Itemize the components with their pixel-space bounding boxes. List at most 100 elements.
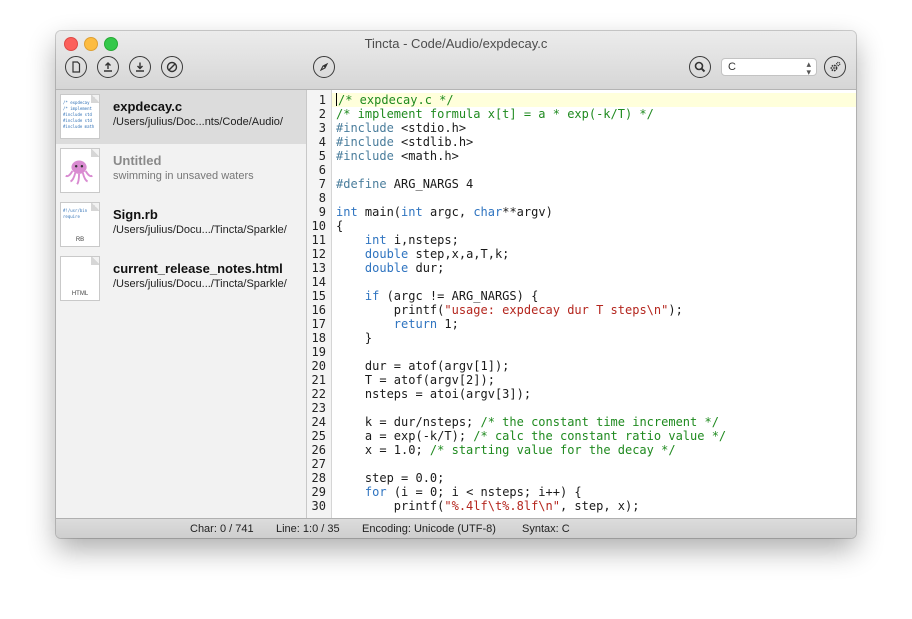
document-name: Sign.rb: [113, 207, 158, 222]
line-number: 29: [311, 485, 326, 499]
document-list-item[interactable]: /* expdecay /* implement #include std #i…: [56, 90, 306, 144]
code-line[interactable]: }: [332, 331, 856, 345]
code-line[interactable]: int i,nsteps;: [332, 233, 856, 247]
line-number: 20: [311, 359, 326, 373]
line-number: 17: [311, 317, 326, 331]
line-number: 22: [311, 387, 326, 401]
code-line[interactable]: step = 0.0;: [332, 471, 856, 485]
c-file-thumbnail-icon: /* expdecay /* implement #include std #i…: [60, 94, 100, 139]
code-editor[interactable]: 1 2 3 4 5 6 7 8 9 10 11 12 13 14 15 16 17 18 19 20 21 22 23 24 2…: [307, 90, 856, 518]
code-token: /* expdecay.c */: [338, 93, 454, 107]
document-list-item[interactable]: HTML current_release_notes.html /Users/j…: [56, 252, 306, 306]
line-number: 6: [318, 163, 326, 177]
line-number: 7: [318, 177, 326, 191]
code-token: <math.h>: [393, 149, 459, 163]
code-line[interactable]: [332, 191, 856, 205]
code-token: a = exp(-k/T);: [336, 429, 474, 443]
code-line[interactable]: for (i = 0; i < nsteps; i++) {: [332, 485, 856, 499]
search-button[interactable]: [689, 56, 711, 78]
title-bar: Tincta - Code/Audio/expdecay.c C ▴ ▾: [56, 31, 856, 90]
code-line[interactable]: nsteps = atoi(argv[3]);: [332, 387, 856, 401]
stop-button[interactable]: [161, 56, 183, 78]
code-token: dur;: [408, 261, 445, 275]
code-line[interactable]: k = dur/nsteps; /* the constant time inc…: [332, 415, 856, 429]
code-line[interactable]: printf("usage: expdecay dur T steps\n");: [332, 303, 856, 317]
document-list-item[interactable]: Untitled swimming in unsaved waters: [56, 144, 306, 198]
code-token: <stdlib.h>: [393, 135, 474, 149]
code-line[interactable]: double dur;: [332, 261, 856, 275]
file-extension-label: HTML: [71, 291, 89, 297]
code-line[interactable]: #include <stdio.h>: [332, 121, 856, 135]
document-list-item[interactable]: #!/usr/bin require RB Sign.rb /Users/juli…: [56, 198, 306, 252]
line-number: 3: [318, 121, 326, 135]
code-line[interactable]: if (argc != ARG_NARGS) {: [332, 289, 856, 303]
code-token: return: [393, 317, 438, 331]
line-status: Line: 1:0 / 35: [276, 523, 340, 535]
code-token: T = atof(argv[2]);: [336, 373, 495, 387]
line-number: 8: [318, 191, 326, 205]
code-token: dur = atof(argv[1]);: [336, 359, 510, 373]
upload-icon: [104, 62, 112, 72]
settings-button[interactable]: [824, 56, 846, 78]
upload-button[interactable]: [97, 56, 119, 78]
line-number: 11: [311, 233, 326, 247]
syntax-status[interactable]: Syntax: C: [522, 523, 570, 535]
line-number-gutter: 1 2 3 4 5 6 7 8 9 10 11 12 13 14 15 16 17 18 19 20 21 22 23 24 2…: [307, 90, 332, 518]
line-number: 26: [311, 443, 326, 457]
code-token: "usage: expdecay dur T steps\n": [444, 303, 669, 317]
char-count-status: Char: 0 / 741: [190, 523, 254, 535]
code-line[interactable]: T = atof(argv[2]);: [332, 373, 856, 387]
code-line[interactable]: [332, 401, 856, 415]
app-window: Tincta - Code/Audio/expdecay.c C ▴ ▾ /* e: [56, 31, 856, 538]
code-line[interactable]: /* expdecay.c */: [332, 93, 856, 107]
document-name: current_release_notes.html: [113, 261, 283, 276]
encoding-status[interactable]: Encoding: Unicode (UTF-8): [362, 523, 496, 535]
code-line[interactable]: [332, 275, 856, 289]
code-token: (argc != ARG_NARGS) {: [379, 289, 539, 303]
file-extension-label: RB: [75, 237, 85, 243]
code-area[interactable]: /* expdecay.c *//* implement formula x[t…: [332, 93, 856, 513]
code-token: int: [364, 233, 387, 247]
code-token: , step, x);: [559, 499, 640, 513]
code-line[interactable]: double step,x,a,T,k;: [332, 247, 856, 261]
code-line[interactable]: [332, 345, 856, 359]
code-token: #include: [336, 149, 394, 163]
code-line[interactable]: #include <math.h>: [332, 149, 856, 163]
compass-button[interactable]: [313, 56, 335, 78]
code-line[interactable]: x = 1.0; /* starting value for the decay…: [332, 443, 856, 457]
code-line[interactable]: a = exp(-k/T); /* calc the constant rati…: [332, 429, 856, 443]
code-token: #define: [336, 177, 387, 191]
code-line[interactable]: return 1;: [332, 317, 856, 331]
code-token: <stdio.h>: [393, 121, 467, 135]
code-line[interactable]: /* implement formula x[t] = a * exp(-k/T…: [332, 107, 856, 121]
code-line[interactable]: #define ARG_NARGS 4: [332, 177, 856, 191]
code-token: printf(: [336, 499, 445, 513]
document-path: swimming in unsaved waters: [113, 170, 254, 182]
line-number: 14: [311, 275, 326, 289]
line-number: 23: [311, 401, 326, 415]
code-token: /* starting value for the decay */: [429, 443, 676, 457]
window-title: Tincta - Code/Audio/expdecay.c: [364, 36, 548, 51]
code-line[interactable]: [332, 163, 856, 177]
code-token: #include: [336, 135, 394, 149]
code-token: "%.4lf\t%.8lf\n": [444, 499, 560, 513]
code-token: main(: [357, 205, 402, 219]
line-number: 13: [311, 261, 326, 275]
syntax-select[interactable]: C ▴ ▾: [721, 58, 817, 77]
new-document-button[interactable]: [65, 56, 87, 78]
code-line[interactable]: int main(int argc, char**argv): [332, 205, 856, 219]
code-line[interactable]: {: [332, 219, 856, 233]
code-line[interactable]: dur = atof(argv[1]);: [332, 359, 856, 373]
code-line[interactable]: printf("%.4lf\t%.8lf\n", step, x);: [332, 499, 856, 513]
download-button[interactable]: [129, 56, 151, 78]
code-line[interactable]: #include <stdlib.h>: [332, 135, 856, 149]
code-line[interactable]: [332, 457, 856, 471]
octopus-thumbnail-icon: [60, 148, 100, 193]
code-token: argc,: [422, 205, 474, 219]
code-token: **argv): [502, 205, 553, 219]
code-token: ARG_NARGS 4: [386, 177, 474, 191]
code-token: (i = 0; i < nsteps; i++) {: [386, 485, 582, 499]
